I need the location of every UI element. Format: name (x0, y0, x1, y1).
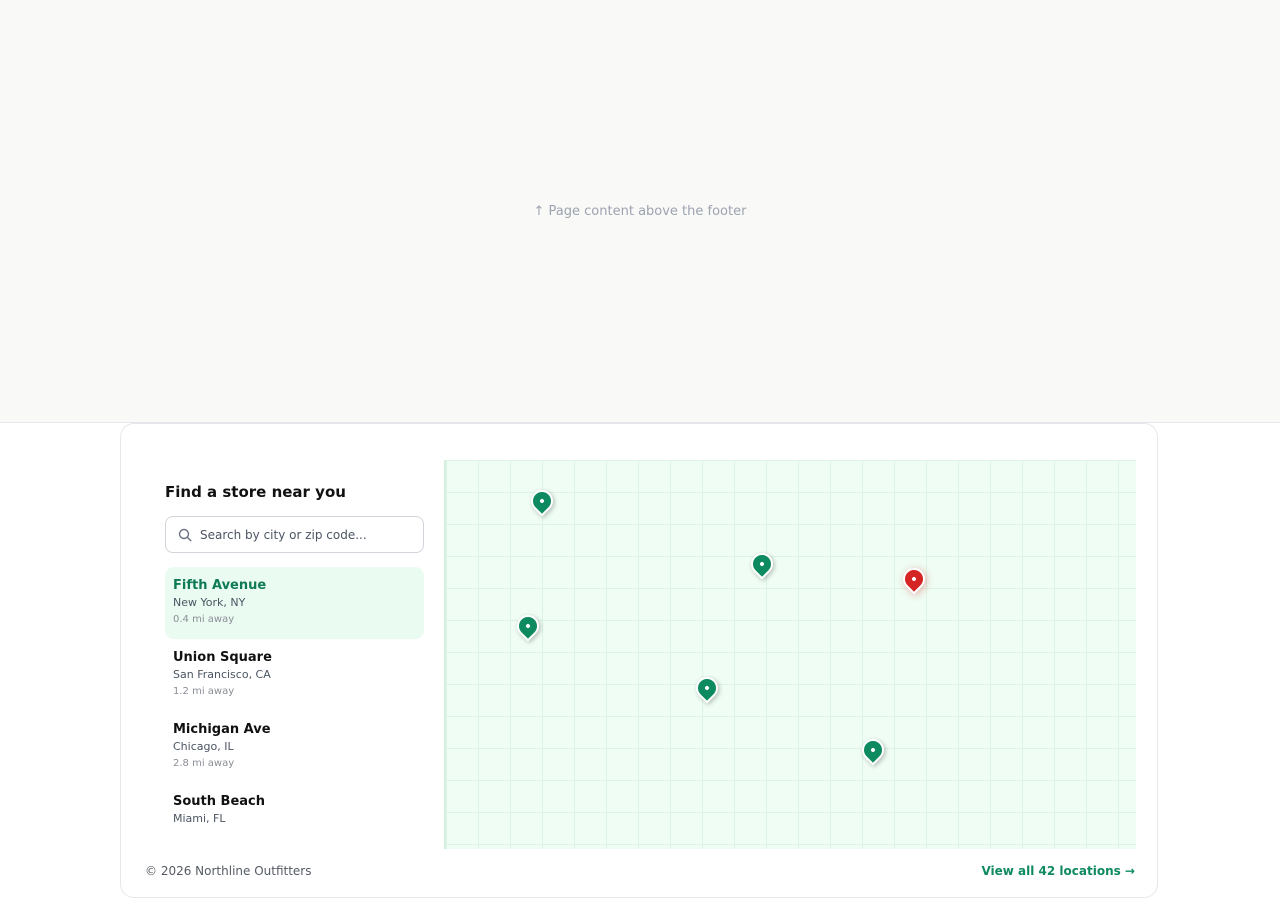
store-finder-footer: Find a store near you Fifth Avenue New Y… (120, 423, 1158, 898)
copyright-text: © 2026 Northline Outfitters (145, 864, 312, 878)
store-city: New York, NY (173, 596, 246, 609)
search-box[interactable] (165, 516, 424, 553)
store-item-south-beach[interactable]: South Beach Miami, FL (165, 783, 424, 829)
search-icon (178, 528, 192, 542)
store-distance: 1.2 mi away (173, 686, 235, 697)
store-item-union-square[interactable]: Union Square San Francisco, CA 1.2 mi aw… (165, 639, 424, 711)
store-map[interactable] (444, 460, 1136, 849)
view-all-locations-link[interactable]: View all 42 locations → (981, 864, 1135, 878)
store-finder-title: Find a store near you (165, 483, 346, 501)
map-pin-icon[interactable] (746, 548, 778, 580)
store-city: Miami, FL (173, 812, 226, 825)
store-name: Fifth Avenue (173, 578, 267, 593)
map-pin-icon[interactable] (512, 610, 544, 642)
store-item-fifth-avenue[interactable]: Fifth Avenue New York, NY 0.4 mi away (165, 567, 424, 639)
store-city: Chicago, IL (173, 740, 234, 753)
map-pin-selected-icon[interactable] (898, 563, 930, 595)
store-item-michigan-ave[interactable]: Michigan Ave Chicago, IL 2.8 mi away (165, 711, 424, 783)
store-name: South Beach (173, 794, 266, 809)
page-content-note: ↑ Page content above the footer (533, 204, 747, 219)
map-pin-icon[interactable] (691, 672, 723, 704)
map-pin-icon[interactable] (526, 485, 558, 517)
store-distance: 0.4 mi away (173, 614, 235, 625)
store-city: San Francisco, CA (173, 668, 271, 681)
store-name: Union Square (173, 650, 272, 665)
store-list: Fifth Avenue New York, NY 0.4 mi away Un… (165, 567, 424, 829)
store-name: Michigan Ave (173, 722, 271, 737)
map-pin-icon[interactable] (857, 734, 889, 766)
page-content-area: ↑ Page content above the footer (0, 0, 1280, 423)
search-input[interactable] (200, 517, 415, 552)
store-distance: 2.8 mi away (173, 758, 235, 769)
